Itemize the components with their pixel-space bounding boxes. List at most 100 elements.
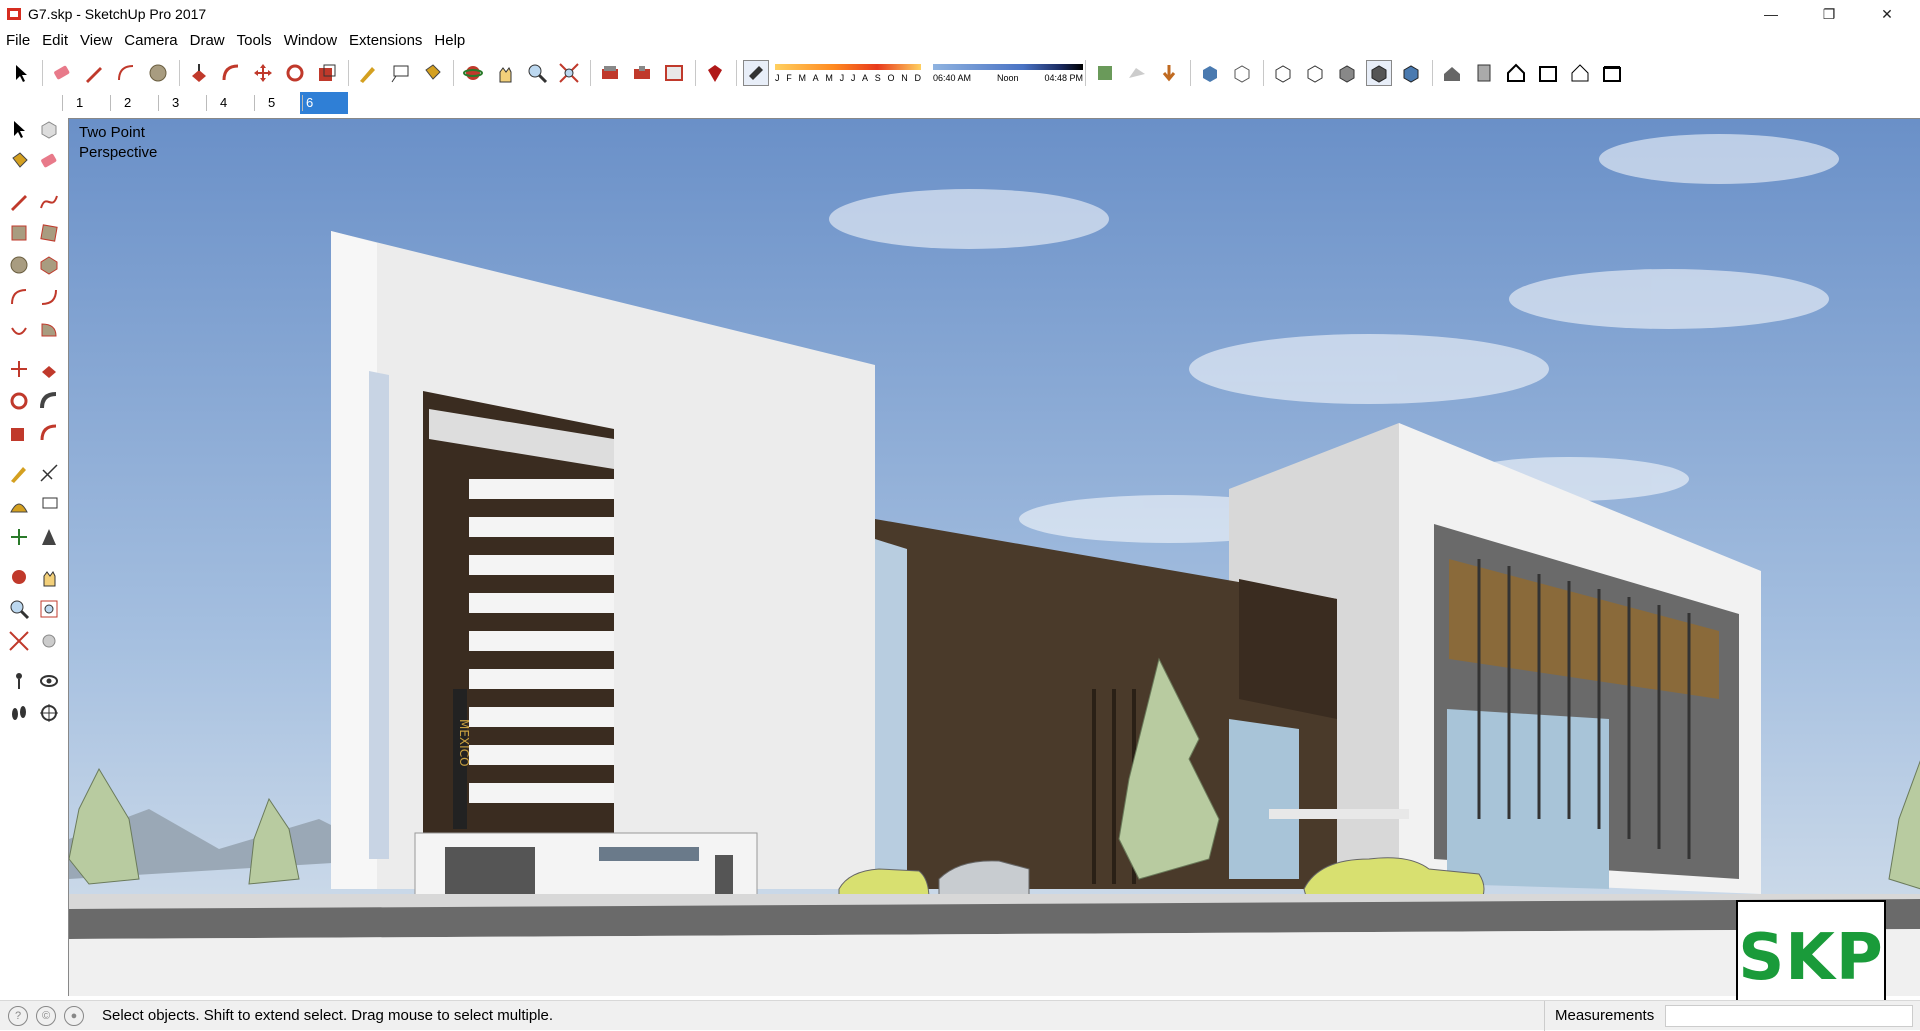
push-pull-icon[interactable] — [36, 356, 62, 382]
measurements-input[interactable] — [1665, 1005, 1913, 1027]
left-view-icon[interactable] — [1599, 60, 1625, 86]
move-icon[interactable] — [250, 60, 276, 86]
3d-text-icon[interactable] — [36, 524, 62, 550]
paint-bucket-icon[interactable] — [6, 148, 32, 174]
scale-icon[interactable] — [6, 420, 32, 446]
rotate-icon[interactable] — [282, 60, 308, 86]
3d-warehouse-icon[interactable] — [597, 60, 623, 86]
menu-extensions[interactable]: Extensions — [343, 28, 428, 54]
scene-tab-2[interactable]: 2 — [108, 92, 156, 114]
freehand-icon[interactable] — [36, 188, 62, 214]
xray-style-icon[interactable] — [1197, 60, 1223, 86]
shapes-tool-icon[interactable] — [145, 60, 171, 86]
tape-measure-icon[interactable] — [6, 460, 32, 486]
month-slider[interactable]: J F M A M J J A S O N D — [775, 60, 921, 86]
pan-icon[interactable] — [492, 60, 518, 86]
toggle-terrain-icon[interactable] — [1124, 60, 1150, 86]
offset-icon[interactable] — [36, 420, 62, 446]
make-component-icon[interactable] — [36, 116, 62, 142]
menu-tools[interactable]: Tools — [231, 28, 278, 54]
model-viewport[interactable]: MEXICO Two Point Perspective — [68, 118, 1920, 996]
arc-tool-icon[interactable] — [113, 60, 139, 86]
restore-button[interactable]: ❐ — [1806, 0, 1852, 28]
zoom-window-icon[interactable] — [36, 596, 62, 622]
arc-icon[interactable] — [6, 284, 32, 310]
scene-tab-3[interactable]: 3 — [156, 92, 204, 114]
axes-icon[interactable] — [6, 524, 32, 550]
right-view-icon[interactable] — [1535, 60, 1561, 86]
paint-bucket-icon[interactable] — [419, 60, 445, 86]
iso-view-icon[interactable] — [1439, 60, 1465, 86]
push-pull-icon[interactable] — [186, 60, 212, 86]
rotated-rectangle-icon[interactable] — [36, 220, 62, 246]
orbit-icon[interactable] — [6, 564, 32, 590]
previous-view-icon[interactable] — [36, 628, 62, 654]
move-icon[interactable] — [6, 356, 32, 382]
extension-warehouse-icon[interactable] — [629, 60, 655, 86]
dimension-icon[interactable] — [36, 460, 62, 486]
back-view-icon[interactable] — [1567, 60, 1593, 86]
two-point-arc-icon[interactable] — [36, 284, 62, 310]
menu-file[interactable]: File — [0, 28, 36, 54]
pan-icon[interactable] — [36, 564, 62, 590]
pie-icon[interactable] — [36, 316, 62, 342]
shadows-toggle-icon[interactable] — [743, 60, 769, 86]
geolocation-icon[interactable]: ? — [8, 1005, 28, 1026]
time-slider[interactable]: 06:40 AM Noon 04:48 PM — [933, 60, 1083, 86]
circle-icon[interactable] — [6, 252, 32, 278]
three-point-arc-icon[interactable] — [6, 316, 32, 342]
eraser-icon[interactable] — [36, 148, 62, 174]
line-icon[interactable] — [6, 188, 32, 214]
front-view-icon[interactable] — [1503, 60, 1529, 86]
close-button[interactable]: ✕ — [1864, 0, 1910, 28]
user-account-icon[interactable]: ● — [64, 1005, 84, 1026]
section-plane-icon[interactable] — [36, 700, 62, 726]
tape-measure-icon[interactable] — [355, 60, 381, 86]
scene-tab-6[interactable]: 6 — [300, 92, 348, 114]
walk-icon[interactable] — [6, 700, 32, 726]
credits-icon[interactable]: © — [36, 1005, 56, 1026]
text-icon[interactable] — [36, 492, 62, 518]
text-tool-icon[interactable] — [387, 60, 413, 86]
eraser-tool-icon[interactable] — [49, 60, 75, 86]
rectangle-icon[interactable] — [6, 220, 32, 246]
rotate-icon[interactable] — [6, 388, 32, 414]
ruby-console-icon[interactable] — [702, 60, 728, 86]
scene-tab-5[interactable]: 5 — [252, 92, 300, 114]
hidden-line-style-icon[interactable] — [1302, 60, 1328, 86]
zoom-icon[interactable] — [6, 596, 32, 622]
select-icon[interactable] — [6, 116, 32, 142]
scale-icon[interactable] — [314, 60, 340, 86]
follow-me-icon[interactable] — [36, 388, 62, 414]
menu-window[interactable]: Window — [278, 28, 343, 54]
monochrome-style-icon[interactable] — [1398, 60, 1424, 86]
look-around-icon[interactable] — [36, 668, 62, 694]
shaded-textures-style-icon[interactable] — [1366, 60, 1392, 86]
shaded-style-icon[interactable] — [1334, 60, 1360, 86]
menu-camera[interactable]: Camera — [118, 28, 183, 54]
zoom-icon[interactable] — [524, 60, 550, 86]
menu-view[interactable]: View — [74, 28, 118, 54]
menu-help[interactable]: Help — [428, 28, 471, 54]
offset-icon[interactable] — [218, 60, 244, 86]
status-bar: ? © ● Select objects. Shift to extend se… — [0, 1000, 1920, 1031]
photo-textures-icon[interactable] — [1156, 60, 1182, 86]
orbit-icon[interactable] — [460, 60, 486, 86]
minimize-button[interactable]: — — [1748, 0, 1794, 28]
select-tool-icon[interactable] — [8, 60, 34, 86]
zoom-extents-icon[interactable] — [6, 628, 32, 654]
menu-edit[interactable]: Edit — [36, 28, 74, 54]
back-edges-style-icon[interactable] — [1229, 60, 1255, 86]
polygon-icon[interactable] — [36, 252, 62, 278]
top-view-icon[interactable] — [1471, 60, 1497, 86]
add-location-icon[interactable] — [1092, 60, 1118, 86]
scene-tab-4[interactable]: 4 — [204, 92, 252, 114]
layout-icon[interactable] — [661, 60, 687, 86]
menu-draw[interactable]: Draw — [184, 28, 231, 54]
zoom-extents-icon[interactable] — [556, 60, 582, 86]
scene-tab-1[interactable]: 1 — [60, 92, 108, 114]
position-camera-icon[interactable] — [6, 668, 32, 694]
protractor-icon[interactable] — [6, 492, 32, 518]
pencil-tool-icon[interactable] — [81, 60, 107, 86]
wireframe-style-icon[interactable] — [1270, 60, 1296, 86]
